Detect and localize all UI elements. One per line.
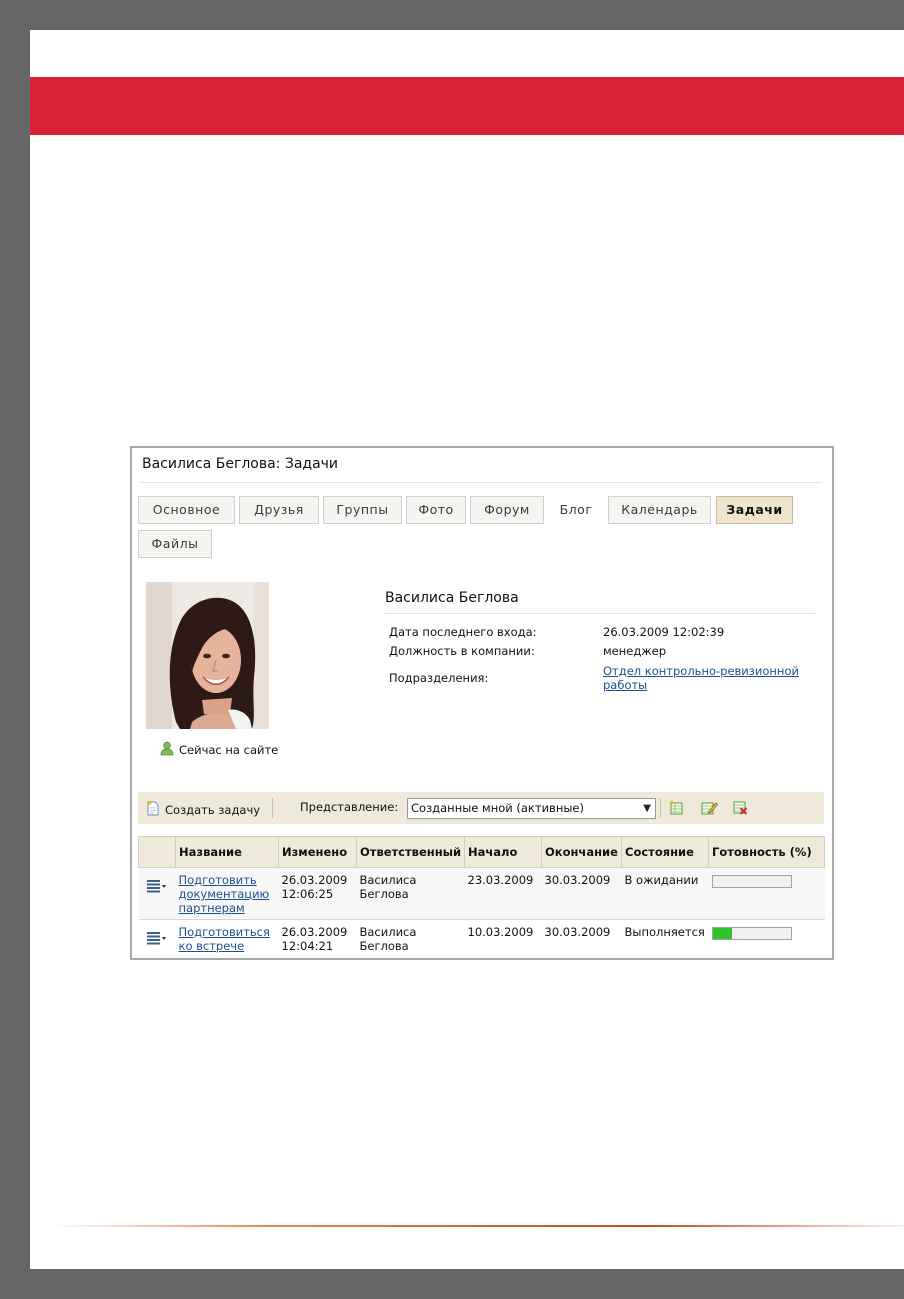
tab-forum[interactable]: Форум (470, 496, 544, 524)
online-status-text: Сейчас на сайте (179, 743, 279, 757)
start-cell: 10.03.2009 (464, 919, 542, 958)
tab-files[interactable]: Файлы (138, 530, 212, 558)
progress-cell (708, 919, 825, 958)
brand-band (30, 77, 904, 135)
view-select[interactable]: Созданные мной (активные) ▼ (407, 798, 656, 819)
table-row: Подготовиться ко встрече 26.03.2009 12:0… (138, 919, 825, 958)
tab-calendar[interactable]: Календарь (608, 496, 711, 524)
status-cell: В ожидании (621, 867, 709, 920)
person-name-divider (385, 613, 815, 614)
create-task-icon (146, 800, 161, 819)
chevron-down-icon: ▼ (643, 803, 651, 814)
start-cell: 23.03.2009 (464, 867, 542, 920)
edit-view-icon[interactable] (701, 800, 719, 819)
column-status[interactable]: Состояние (621, 836, 709, 868)
task-name-cell: Подготовиться ко встрече (175, 919, 279, 958)
column-responsible[interactable]: Ответственный (356, 836, 465, 868)
position-label: Должность в компании: (389, 644, 535, 658)
task-name-link[interactable]: Подготовиться ко встрече (179, 925, 270, 953)
row-menu-cell (138, 867, 176, 920)
column-menu (138, 836, 176, 868)
title-divider (140, 482, 822, 483)
progress-fill (712, 928, 732, 939)
task-menu-icon[interactable] (146, 931, 173, 945)
responsible-cell: Василиса Беглова (356, 867, 465, 920)
user-photo (146, 582, 269, 729)
page-title: Василиса Беглова: Задачи (142, 456, 339, 472)
online-status: Сейчас на сайте (159, 741, 278, 759)
task-menu-icon[interactable] (146, 879, 173, 893)
column-end[interactable]: Окончание (541, 836, 622, 868)
modified-cell: 26.03.2009 12:06:25 (278, 867, 357, 920)
progress-bar (711, 875, 792, 888)
footer-divider (50, 1225, 904, 1227)
last-login-value: 26.03.2009 12:02:39 (603, 625, 725, 639)
row-menu-cell (138, 919, 176, 958)
view-label: Представление: (300, 800, 399, 814)
position-value: менеджер (603, 644, 667, 658)
table-row: Подготовить документацию партнерам 26.03… (138, 867, 825, 920)
tab-friends[interactable]: Друзья (239, 496, 319, 524)
tab-photo[interactable]: Фото (406, 496, 466, 524)
modified-cell: 26.03.2009 12:04:21 (278, 919, 357, 958)
table-header-row: Название Изменено Ответственный Начало О… (138, 836, 825, 868)
responsible-cell: Василиса Беглова (356, 919, 465, 958)
column-progress[interactable]: Готовность (%) (708, 836, 825, 868)
end-cell: 30.03.2009 (541, 867, 622, 920)
last-login-label: Дата последнего входа: (389, 625, 537, 639)
status-cell: Выполняется (621, 919, 709, 958)
column-modified[interactable]: Изменено (278, 836, 357, 868)
department-label: Подразделения: (389, 671, 489, 685)
task-name-link[interactable]: Подготовить документацию партнерам (179, 873, 270, 915)
create-task-label: Создать задачу (165, 802, 261, 817)
column-start[interactable]: Начало (464, 836, 542, 868)
tab-tasks[interactable]: Задачи (716, 496, 793, 524)
progress-cell (708, 867, 825, 920)
person-name: Василиса Беглова (385, 590, 519, 606)
tasks-table: Название Изменено Ответственный Начало О… (138, 836, 825, 958)
online-user-icon (159, 741, 175, 759)
delete-view-icon[interactable] (733, 800, 748, 819)
end-cell: 30.03.2009 (541, 919, 622, 958)
create-task-button[interactable]: Создать задачу (146, 800, 260, 819)
column-name[interactable]: Название (175, 836, 279, 868)
department-link[interactable]: Отдел контрольно-ревизионной работы (603, 664, 813, 692)
tasks-toolbar: Создать задачу Представление: Созданные … (138, 792, 824, 824)
add-view-icon[interactable] (669, 800, 684, 819)
document-page: Василиса Беглова: Задачи Основное Друзья… (30, 30, 904, 1269)
tab-main[interactable]: Основное (138, 496, 235, 524)
tab-groups[interactable]: Группы (323, 496, 402, 524)
task-name-cell: Подготовить документацию партнерам (175, 867, 279, 920)
view-select-value: Созданные мной (активные) (411, 801, 584, 815)
toolbar-divider (660, 798, 661, 818)
progress-bar (711, 927, 792, 940)
tab-blog[interactable]: Блог (548, 496, 604, 524)
profile-screenshot: Василиса Беглова: Задачи Основное Друзья… (130, 446, 834, 960)
toolbar-divider (272, 798, 273, 818)
